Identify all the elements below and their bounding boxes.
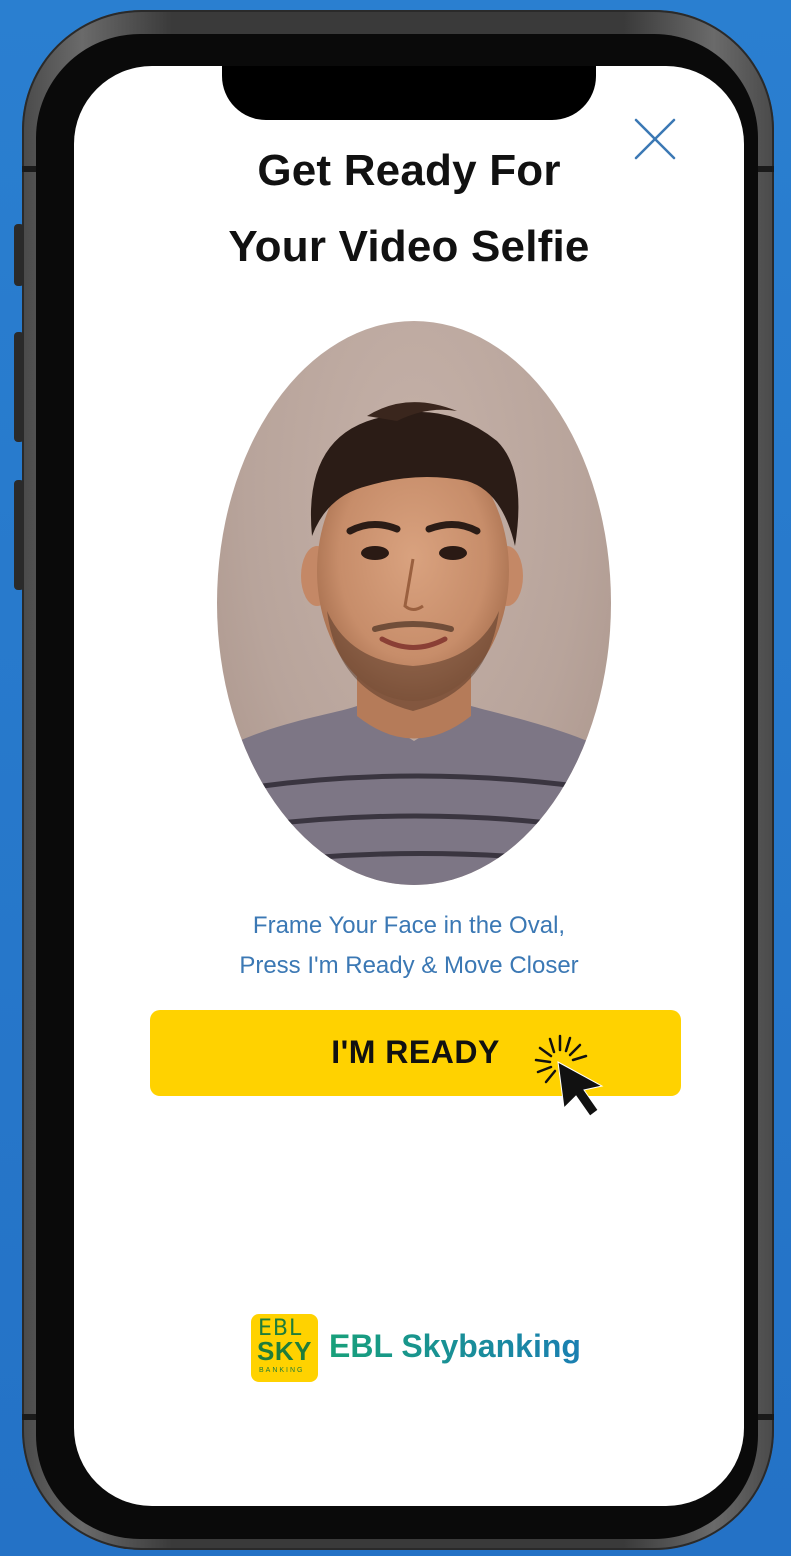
instruction-line1: Frame Your Face in the Oval, [252,912,566,939]
page-title-line2: Your Video Selfie [228,222,590,271]
page-title-line1: Get Ready For [257,146,561,195]
mute-switch [14,224,24,286]
volume-up-button [14,332,24,442]
brand-name: EBL Skybanking [329,1328,581,1364]
phone-screen: Get Ready For Your Video Selfie Frame Yo… [74,66,744,1506]
volume-down-button [14,480,24,590]
selfie-portrait-image [217,402,611,885]
click-cursor-icon [534,1034,604,1116]
instruction-line2: Press I'm Ready & Move Closer [239,952,579,979]
notch [222,66,596,120]
im-ready-button[interactable]: I'M READY [150,1010,681,1116]
ebl-sky-logo: EBL SKY BANKING [251,1314,318,1382]
face-oval-preview [217,321,611,885]
